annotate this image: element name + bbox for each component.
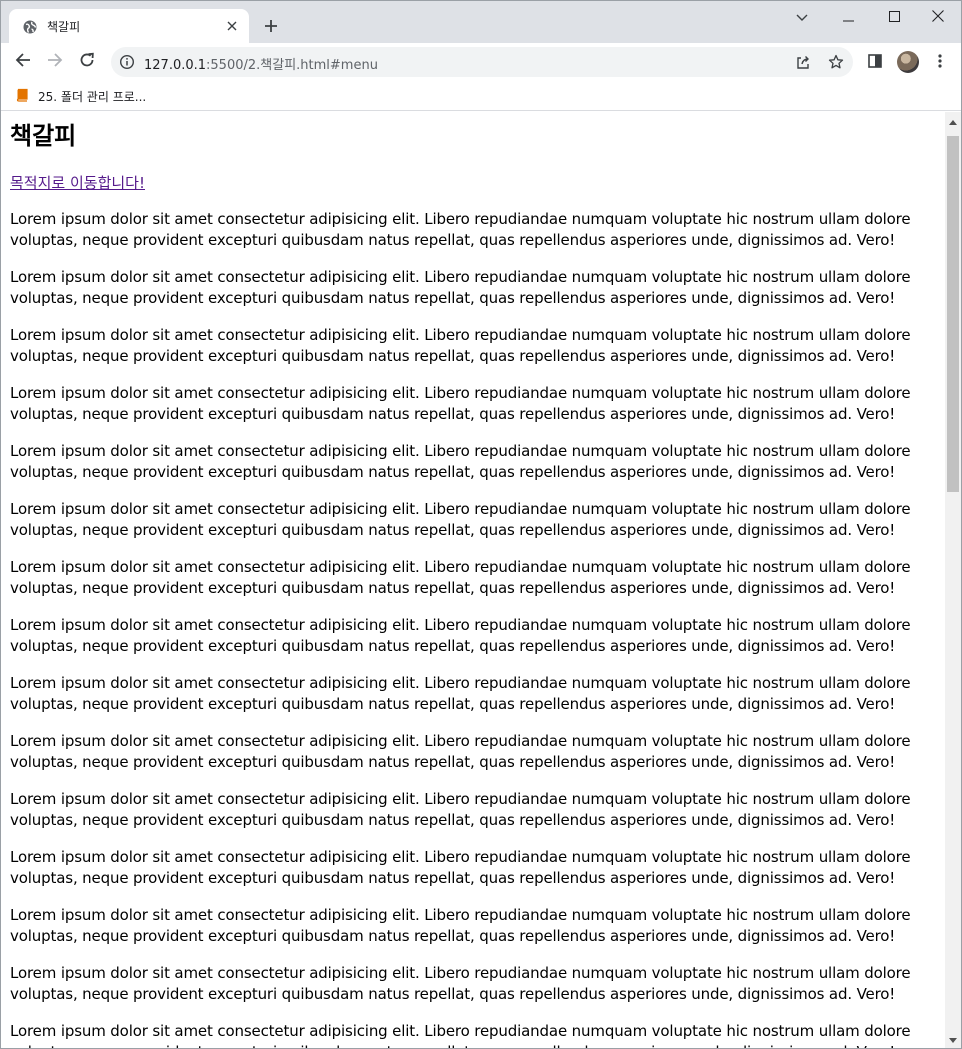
body-paragraph: Lorem ipsum dolor sit amet consectetur a… [10, 964, 911, 1003]
close-icon[interactable] [223, 17, 241, 35]
url-host: 127.0.0.1 [144, 58, 207, 73]
back-icon [15, 52, 31, 72]
maximize-icon [888, 7, 900, 26]
body-paragraph: Lorem ipsum dolor sit amet consectetur a… [10, 790, 911, 829]
forward-icon [47, 52, 63, 72]
minimize-icon [842, 7, 854, 26]
side-panel-button[interactable] [861, 48, 889, 76]
tab-strip: 책갈피 [1, 1, 961, 43]
body-paragraph: Lorem ipsum dolor sit amet consectetur a… [10, 210, 911, 249]
new-tab-button[interactable] [259, 15, 283, 39]
chevron-down-icon [796, 7, 808, 26]
bookmark-link[interactable]: 목적지로 이동합니다! [10, 172, 145, 193]
body-paragraph: Lorem ipsum dolor sit amet consectetur a… [10, 442, 911, 481]
bookmark-label: 25. 폴더 관리 프로... [38, 89, 147, 104]
body-paragraph: Lorem ipsum dolor sit amet consectetur a… [10, 558, 911, 597]
scroll-down-button[interactable] [945, 1032, 961, 1048]
bookmark-item[interactable]: 25. 폴더 관리 프로... [15, 85, 146, 107]
toolbar: 127.0.0.1:5500/2.책갈피.html#menu [1, 43, 961, 81]
body-paragraph: Lorem ipsum dolor sit amet consectetur a… [10, 906, 911, 945]
side-panel-icon [868, 53, 882, 72]
window-close-button[interactable] [915, 1, 961, 31]
tab-active[interactable]: 책갈피 [9, 9, 249, 43]
page-heading: 책갈피 [10, 122, 77, 150]
plus-icon [264, 18, 278, 37]
body-paragraph: Lorem ipsum dolor sit amet consectetur a… [10, 500, 911, 539]
globe-icon [23, 19, 37, 34]
paragraph-list: Lorem ipsum dolor sit amet consectetur a… [10, 209, 936, 1048]
browser-window: 책갈피 127.0.0.1:5500/2.책갈피.html#menu 25. 폴… [0, 0, 962, 1049]
more-icon [938, 53, 942, 72]
forward-button[interactable] [41, 48, 69, 76]
page-viewport: 책갈피 목적지로 이동합니다! Lorem ipsum dolor sit am… [1, 112, 945, 1048]
vertical-scrollbar[interactable] [945, 112, 961, 1048]
reload-icon [79, 52, 95, 72]
body-paragraph: Lorem ipsum dolor sit amet consectetur a… [10, 1022, 911, 1048]
page-content: 책갈피 목적지로 이동합니다! Lorem ipsum dolor sit am… [1, 112, 936, 1048]
close-icon [932, 7, 944, 26]
body-paragraph: Lorem ipsum dolor sit amet consectetur a… [10, 674, 911, 713]
reload-button[interactable] [73, 48, 101, 76]
tab-search-button[interactable] [779, 1, 825, 31]
bookmarks-bar: 25. 폴더 관리 프로... [1, 81, 961, 111]
profile-avatar[interactable] [897, 51, 919, 73]
body-paragraph: Lorem ipsum dolor sit amet consectetur a… [10, 384, 911, 423]
body-paragraph: Lorem ipsum dolor sit amet consectetur a… [10, 732, 911, 771]
address-bar[interactable]: 127.0.0.1:5500/2.책갈피.html#menu [111, 47, 853, 77]
url-path: :5500/2.책갈피.html#menu [206, 58, 378, 73]
body-paragraph: Lorem ipsum dolor sit amet consectetur a… [10, 616, 911, 655]
tab-title: 책갈피 [47, 20, 81, 34]
share-icon[interactable] [793, 52, 813, 72]
url-text: 127.0.0.1:5500/2.책갈피.html#menu [144, 54, 378, 73]
star-icon[interactable] [826, 52, 846, 72]
menu-button[interactable] [926, 48, 954, 76]
body-paragraph: Lorem ipsum dolor sit amet consectetur a… [10, 268, 911, 307]
scrollbar-thumb[interactable] [947, 136, 959, 492]
info-icon[interactable] [119, 54, 135, 70]
body-paragraph: Lorem ipsum dolor sit amet consectetur a… [10, 326, 911, 365]
minimize-button[interactable] [825, 1, 871, 31]
back-button[interactable] [9, 48, 37, 76]
scroll-up-button[interactable] [945, 114, 961, 130]
maximize-button[interactable] [871, 1, 917, 31]
book-icon [15, 87, 29, 106]
body-paragraph: Lorem ipsum dolor sit amet consectetur a… [10, 848, 911, 887]
